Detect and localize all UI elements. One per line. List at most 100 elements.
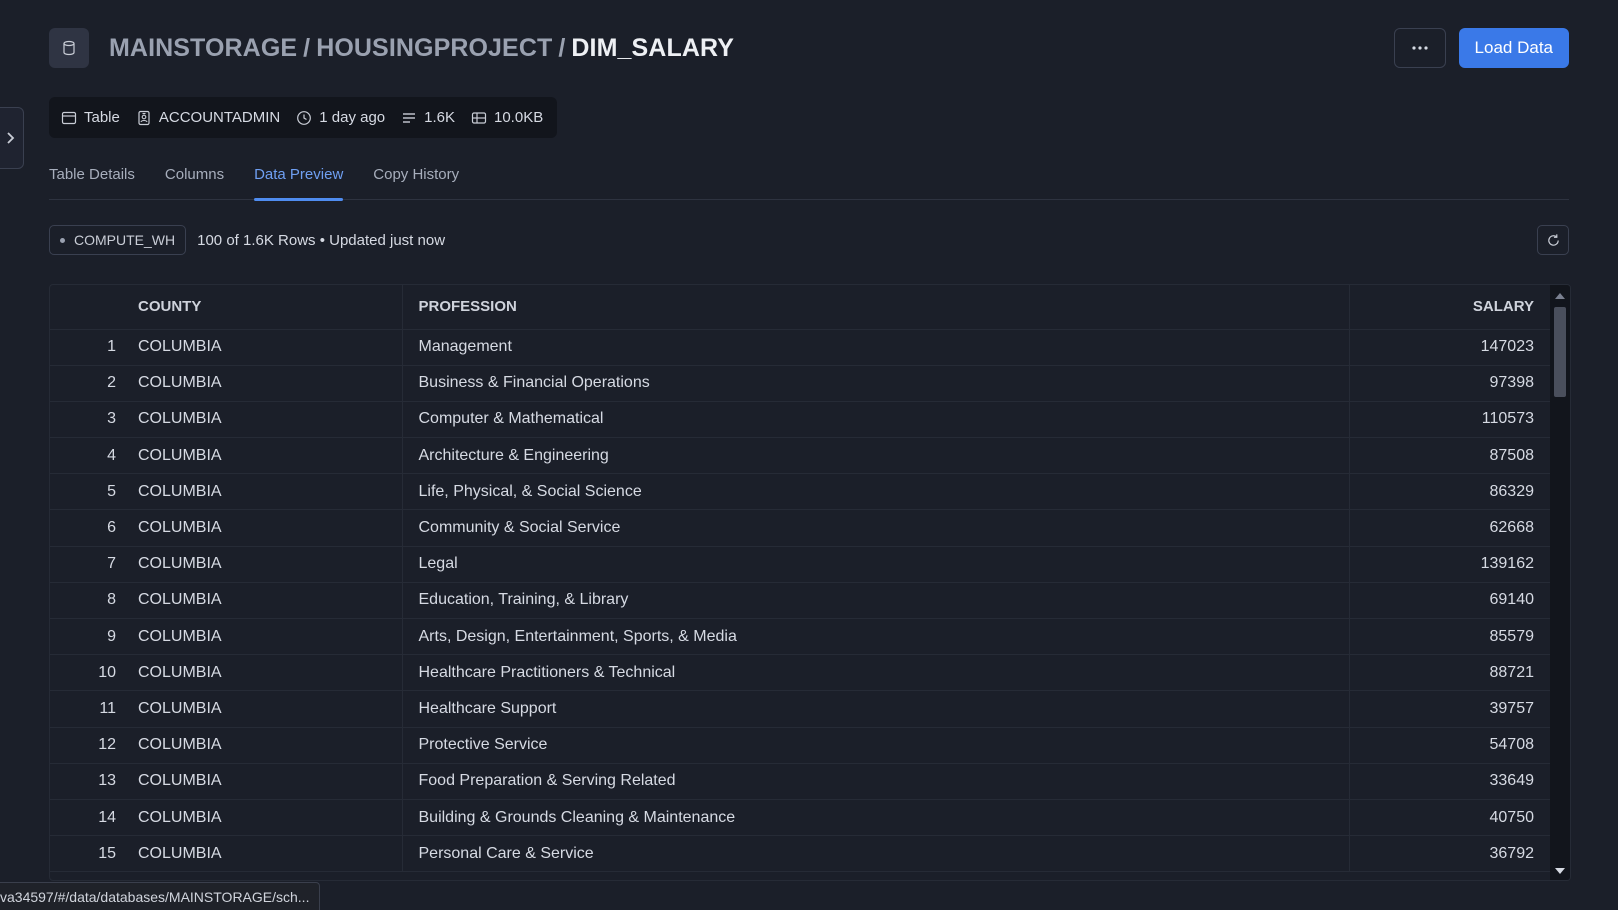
profession-cell[interactable]: Business & Financial Operations [402, 365, 1350, 402]
table-row[interactable]: 13 COLUMBIA Food Preparation & Serving Rel… [50, 763, 1550, 800]
row-number-cell[interactable]: 4 [50, 437, 126, 475]
row-number-cell[interactable]: 9 [50, 618, 126, 656]
column-header-profession[interactable]: PROFESSION [402, 285, 1350, 330]
row-number-cell[interactable]: 13 [50, 763, 126, 800]
refresh-icon [1547, 233, 1559, 246]
county-cell[interactable]: COLUMBIA [126, 618, 403, 656]
salary-cell[interactable]: 39757 [1349, 690, 1550, 728]
scroll-down-arrow-icon[interactable] [1555, 868, 1565, 874]
row-number-cell[interactable]: 14 [50, 799, 126, 837]
profession-cell[interactable]: Building & Grounds Cleaning & Maintenanc… [402, 799, 1350, 837]
salary-cell[interactable]: 87508 [1349, 437, 1550, 475]
county-cell[interactable]: COLUMBIA [126, 763, 403, 800]
vertical-scrollbar[interactable] [1550, 285, 1570, 880]
breadcrumb-database[interactable]: MAINSTORAGE [109, 34, 297, 62]
tab-table-details[interactable]: Table Details [49, 158, 135, 200]
profession-cell[interactable]: Architecture & Engineering [402, 437, 1350, 475]
profession-cell[interactable]: Education, Training, & Library [402, 582, 1350, 620]
row-number-cell[interactable]: 3 [50, 401, 126, 439]
tab-columns[interactable]: Columns [165, 158, 224, 200]
table-row[interactable]: 9 COLUMBIA Arts, Design, Entertainment, Sp… [50, 618, 1550, 656]
refresh-button[interactable] [1537, 225, 1569, 255]
warehouse-selector[interactable]: COMPUTE_WH [49, 225, 187, 255]
row-number-cell[interactable]: 7 [50, 546, 126, 583]
tab-data-preview[interactable]: Data Preview [254, 158, 344, 201]
table-row[interactable]: 8 COLUMBIA Education, Training, & Library 6… [50, 582, 1550, 620]
row-number-cell[interactable]: 5 [50, 473, 126, 511]
row-number-cell[interactable]: 2 [50, 365, 126, 402]
salary-cell[interactable]: 36792 [1349, 835, 1550, 873]
profession-cell[interactable]: Personal Care & Service [402, 835, 1350, 873]
row-number-cell[interactable]: 10 [50, 654, 126, 692]
county-cell[interactable]: COLUMBIA [126, 546, 403, 583]
profession-cell[interactable]: Legal [402, 546, 1350, 583]
meta-size: 10.0KB [471, 109, 543, 126]
meta-type-label: Table [84, 109, 120, 126]
salary-cell[interactable]: 86329 [1349, 473, 1550, 511]
county-cell[interactable]: COLUMBIA [126, 365, 403, 402]
status-dot-icon [60, 237, 65, 243]
salary-cell[interactable]: 62668 [1349, 509, 1550, 547]
salary-cell[interactable]: 54708 [1349, 727, 1550, 764]
county-cell[interactable]: COLUMBIA [126, 799, 403, 837]
table-row[interactable]: 1 COLUMBIA Management 147023 [50, 329, 1550, 366]
row-number-cell[interactable]: 15 [50, 835, 126, 873]
county-cell[interactable]: COLUMBIA [126, 473, 403, 511]
row-number-cell[interactable]: 1 [50, 329, 126, 366]
table-row[interactable]: 15 COLUMBIA Personal Care & Service 36792 [50, 835, 1550, 873]
salary-cell[interactable]: 147023 [1349, 329, 1550, 366]
salary-cell[interactable]: 40750 [1349, 799, 1550, 837]
meta-owner: ACCOUNTADMIN [136, 109, 280, 126]
table-metadata-bar: Table ACCOUNTADMIN 1 day ago 1.6K 10.0KB [49, 97, 558, 138]
county-cell[interactable]: COLUMBIA [126, 437, 403, 475]
county-cell[interactable]: COLUMBIA [126, 401, 403, 439]
table-row[interactable]: 5 COLUMBIA Life, Physical, & Social Scienc… [50, 473, 1550, 511]
row-number-cell[interactable]: 6 [50, 509, 126, 547]
profession-cell[interactable]: Community & Social Service [402, 509, 1350, 547]
row-number-cell[interactable]: 8 [50, 582, 126, 620]
profession-cell[interactable]: Life, Physical, & Social Science [402, 473, 1350, 511]
county-cell[interactable]: COLUMBIA [126, 654, 403, 692]
profession-cell[interactable]: Arts, Design, Entertainment, Sports, & M… [402, 618, 1350, 656]
salary-cell[interactable]: 139162 [1349, 546, 1550, 583]
county-cell[interactable]: COLUMBIA [126, 690, 403, 728]
column-header-salary[interactable]: SALARY [1349, 285, 1550, 330]
profession-cell[interactable]: Healthcare Practitioners & Technical [402, 654, 1350, 692]
table-icon [61, 111, 77, 124]
table-row[interactable]: 3 COLUMBIA Computer & Mathematical 110573 [50, 401, 1550, 439]
profession-cell[interactable]: Management [402, 329, 1350, 366]
profession-cell[interactable]: Protective Service [402, 727, 1350, 764]
tab-copy-history[interactable]: Copy History [373, 158, 459, 200]
table-row[interactable]: 10 COLUMBIA Healthcare Practitioners & Tec… [50, 654, 1550, 692]
profession-cell[interactable]: Computer & Mathematical [402, 401, 1350, 439]
column-header-county[interactable]: COUNTY [126, 285, 403, 330]
salary-cell[interactable]: 69140 [1349, 582, 1550, 620]
salary-cell[interactable]: 88721 [1349, 654, 1550, 692]
table-row[interactable]: 2 COLUMBIA Business & Financial Operations… [50, 365, 1550, 402]
county-cell[interactable]: COLUMBIA [126, 727, 403, 764]
table-row[interactable]: 7 COLUMBIA Legal 139162 [50, 546, 1550, 583]
more-options-button[interactable] [1393, 28, 1446, 68]
table-row[interactable]: 4 COLUMBIA Architecture & Engineering 87508 [50, 437, 1550, 475]
salary-cell[interactable]: 85579 [1349, 618, 1550, 656]
table-row[interactable]: 14 COLUMBIA Building & Grounds Cleaning & … [50, 799, 1550, 837]
table-row[interactable]: 11 COLUMBIA Healthcare Support 39757 [50, 690, 1550, 728]
breadcrumb-schema[interactable]: HOUSINGPROJECT [316, 34, 552, 62]
profession-cell[interactable]: Healthcare Support [402, 690, 1350, 728]
county-cell[interactable]: COLUMBIA [126, 509, 403, 547]
county-cell[interactable]: COLUMBIA [126, 835, 403, 873]
row-number-cell[interactable]: 12 [50, 727, 126, 764]
scroll-thumb[interactable] [1554, 307, 1566, 397]
row-number-cell[interactable]: 11 [50, 690, 126, 728]
table-row[interactable]: 6 COLUMBIA Community & Social Service 62668 [50, 509, 1550, 547]
profession-cell[interactable]: Food Preparation & Serving Related [402, 763, 1350, 800]
load-data-button[interactable]: Load Data [1458, 28, 1569, 68]
salary-cell[interactable]: 110573 [1349, 401, 1550, 439]
salary-cell[interactable]: 33649 [1349, 763, 1550, 800]
table-row[interactable]: 12 COLUMBIA Protective Service 54708 [50, 727, 1550, 764]
salary-cell[interactable]: 97398 [1349, 365, 1550, 402]
county-cell[interactable]: COLUMBIA [126, 329, 403, 366]
county-cell[interactable]: COLUMBIA [126, 582, 403, 620]
sidebar-toggle-button[interactable] [0, 107, 24, 169]
scroll-up-arrow-icon[interactable] [1555, 293, 1565, 299]
